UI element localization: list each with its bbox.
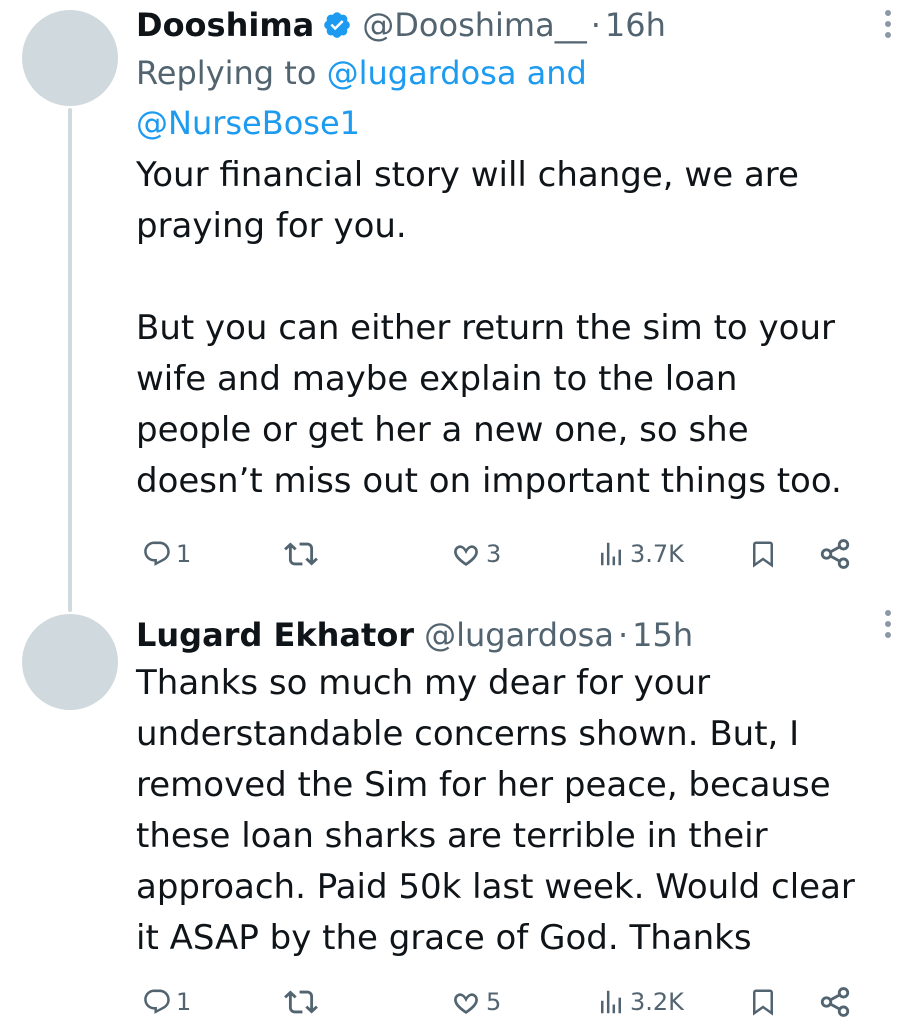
avatar[interactable] bbox=[22, 10, 118, 106]
views-icon bbox=[596, 987, 626, 1017]
retweet-button[interactable] bbox=[284, 982, 322, 1022]
like-count: 3 bbox=[486, 540, 502, 568]
like-count: 5 bbox=[486, 988, 502, 1016]
tweet[interactable]: Dooshima @Dooshima__ · 16h Replying to @… bbox=[0, 0, 904, 600]
share-button[interactable] bbox=[818, 982, 852, 1022]
replying-to: Replying to @lugardosa and @NurseBose1 bbox=[136, 48, 696, 148]
bookmark-button[interactable] bbox=[748, 982, 778, 1022]
heart-icon bbox=[450, 986, 482, 1018]
more-vertical-icon[interactable] bbox=[884, 10, 892, 40]
bookmark-icon bbox=[748, 986, 778, 1018]
verified-badge-icon bbox=[322, 10, 352, 40]
views-count: 3.2K bbox=[630, 988, 684, 1016]
action-bar: 1 5 3.2K bbox=[136, 982, 864, 1022]
reply-button[interactable]: 1 bbox=[142, 982, 191, 1022]
bookmark-button[interactable] bbox=[748, 534, 778, 574]
like-button[interactable]: 5 bbox=[450, 982, 501, 1022]
heart-icon bbox=[450, 538, 482, 570]
author-name[interactable]: Lugard Ekhator bbox=[136, 612, 414, 658]
views-count: 3.7K bbox=[630, 540, 684, 568]
timestamp[interactable]: 16h bbox=[605, 2, 666, 48]
tweet-header: Lugard Ekhator @lugardosa · 15h bbox=[136, 612, 880, 658]
share-icon bbox=[818, 537, 852, 571]
views-button[interactable]: 3.2K bbox=[596, 982, 684, 1022]
replying-prefix: Replying to bbox=[136, 54, 327, 92]
tweet-content: Dooshima @Dooshima__ · 16h Replying to @… bbox=[136, 2, 880, 507]
separator-dot: · bbox=[617, 616, 629, 654]
retweet-button[interactable] bbox=[284, 534, 322, 574]
mention-link[interactable]: @NurseBose1 bbox=[136, 104, 360, 142]
more-vertical-icon[interactable] bbox=[884, 610, 892, 640]
retweet-icon bbox=[284, 537, 318, 571]
mention-link[interactable]: @lugardosa bbox=[327, 54, 517, 92]
views-button[interactable]: 3.7K bbox=[596, 534, 684, 574]
tweet[interactable]: Lugard Ekhator @lugardosa · 15h Thanks s… bbox=[0, 600, 904, 1024]
share-icon bbox=[818, 985, 852, 1019]
separator-dot: · bbox=[590, 6, 601, 44]
avatar[interactable] bbox=[22, 614, 118, 710]
retweet-icon bbox=[284, 985, 318, 1019]
share-button[interactable] bbox=[818, 534, 852, 574]
action-bar: 1 3 3.7K bbox=[136, 534, 864, 574]
bookmark-icon bbox=[748, 538, 778, 570]
reply-button[interactable]: 1 bbox=[142, 534, 191, 574]
tweet-header: Dooshima @Dooshima__ · 16h bbox=[136, 2, 880, 48]
replying-and: and bbox=[516, 54, 587, 92]
author-handle[interactable]: @Dooshima__ bbox=[362, 2, 586, 48]
reply-count: 1 bbox=[176, 540, 192, 568]
reply-count: 1 bbox=[176, 988, 192, 1016]
like-button[interactable]: 3 bbox=[450, 534, 501, 574]
views-icon bbox=[596, 539, 626, 569]
tweet-text: Your financial story will change, we are… bbox=[136, 155, 842, 501]
tweet-text: Thanks so much my dear for your understa… bbox=[136, 663, 866, 958]
tweet-content: Lugard Ekhator @lugardosa · 15h Thanks s… bbox=[136, 612, 880, 964]
reply-icon bbox=[142, 539, 172, 569]
reply-icon bbox=[142, 987, 172, 1017]
timestamp[interactable]: 15h bbox=[632, 612, 693, 658]
author-name[interactable]: Dooshima bbox=[136, 2, 314, 48]
author-handle[interactable]: @lugardosa bbox=[424, 612, 614, 658]
